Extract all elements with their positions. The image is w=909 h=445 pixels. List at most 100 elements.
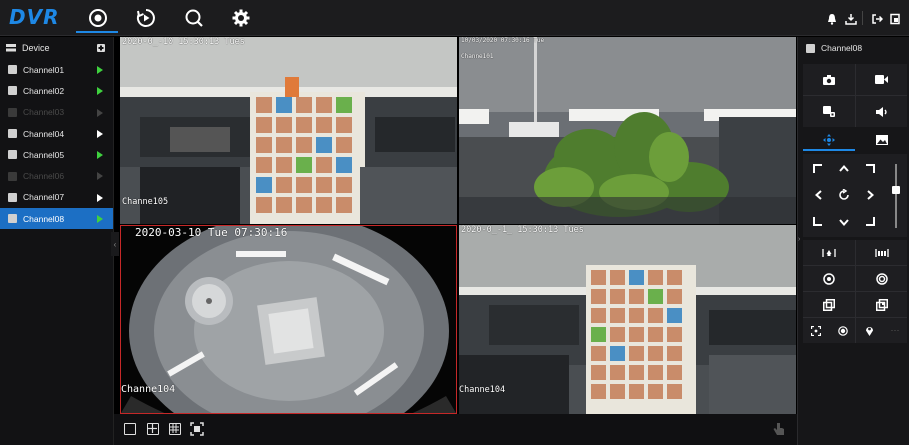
up-right-arrow-icon[interactable] bbox=[862, 161, 878, 177]
focus-far-icon[interactable] bbox=[856, 266, 907, 291]
search-icon[interactable] bbox=[182, 6, 206, 30]
play-icon[interactable] bbox=[97, 151, 103, 160]
quick-actions bbox=[803, 64, 907, 127]
camera-icon bbox=[8, 129, 17, 139]
preset-location-icon[interactable] bbox=[856, 318, 882, 343]
up-left-arrow-icon[interactable] bbox=[810, 161, 826, 177]
area-focus-icon[interactable] bbox=[803, 318, 829, 343]
layout-toolbar bbox=[114, 414, 797, 445]
channel-label: Channel01 bbox=[23, 64, 65, 75]
collapse-left-panel-button[interactable]: ‹ bbox=[111, 232, 119, 256]
camera-icon bbox=[8, 214, 17, 224]
play-icon[interactable] bbox=[97, 193, 103, 202]
down-right-arrow-icon[interactable] bbox=[862, 213, 878, 229]
ptz-icon bbox=[823, 134, 835, 146]
play-icon[interactable] bbox=[97, 87, 103, 96]
speed-slider-handle[interactable] bbox=[892, 186, 900, 194]
layout-1-icon[interactable] bbox=[124, 423, 136, 435]
down-left-arrow-icon[interactable] bbox=[810, 213, 826, 229]
channel-label: Channel03 bbox=[23, 107, 65, 118]
video-tile-3[interactable]: 2020-03-10 Tue 07:30:16 Channe104 bbox=[120, 225, 457, 414]
tab-underline bbox=[803, 149, 855, 151]
channel-item-03[interactable]: Channel03 bbox=[0, 102, 113, 123]
channel-item-08[interactable]: Channel08 bbox=[0, 208, 113, 230]
audio-icon[interactable] bbox=[856, 96, 907, 127]
camera-feed-image bbox=[459, 37, 796, 224]
camera-icon bbox=[8, 192, 17, 202]
iris-close-icon[interactable] bbox=[803, 292, 855, 317]
iris-open-icon[interactable] bbox=[856, 292, 907, 317]
top-bar: DVR bbox=[0, 0, 909, 36]
video-timestamp: 2020-0_-10 15:30:13 Tues bbox=[122, 37, 245, 47]
add-device-icon[interactable] bbox=[97, 44, 105, 52]
right-arrow-icon[interactable] bbox=[862, 187, 878, 203]
channel-item-05[interactable]: Channel05 bbox=[0, 144, 113, 165]
channel-label: Channel02 bbox=[23, 85, 65, 96]
tab-image[interactable] bbox=[856, 129, 907, 151]
active-nav-underline bbox=[76, 31, 118, 33]
channel-label: Channel05 bbox=[23, 149, 65, 160]
device-header: Device bbox=[0, 37, 113, 59]
talk-icon[interactable] bbox=[803, 96, 855, 127]
video-tile-1[interactable]: 2020-0_-10 15:30:13 Tues Channe105 bbox=[120, 37, 457, 224]
video-tile-4[interactable]: 2020-0_-1_ 15:30:13 Tues Channe104 bbox=[459, 225, 796, 414]
hand-cursor-icon bbox=[772, 421, 786, 437]
fullscreen-icon[interactable] bbox=[190, 422, 204, 436]
channel-osd-name: Channe105 bbox=[122, 197, 169, 207]
collapse-right-panel-button[interactable]: › bbox=[798, 236, 803, 250]
camera-icon bbox=[806, 43, 815, 53]
ptz-header: Channel08 bbox=[798, 37, 909, 59]
channel-label: Channel08 bbox=[23, 213, 65, 224]
device-list-icon bbox=[6, 44, 16, 52]
zoom-out-icon[interactable] bbox=[856, 240, 907, 265]
tab-ptz[interactable] bbox=[803, 129, 855, 151]
bell-icon[interactable] bbox=[826, 12, 838, 25]
camera-feed-image bbox=[459, 225, 796, 414]
speed-slider-track[interactable] bbox=[895, 164, 897, 228]
divider bbox=[862, 11, 863, 25]
channel-osd-name: Channe104 bbox=[459, 385, 506, 395]
ptz-panel: Channel08 ⋯ › bbox=[797, 37, 909, 445]
camera-icon bbox=[8, 65, 17, 75]
live-view-icon[interactable] bbox=[86, 6, 110, 30]
logout-icon[interactable] bbox=[871, 12, 884, 24]
play-icon[interactable] bbox=[97, 66, 103, 74]
layout-4-icon[interactable] bbox=[147, 423, 159, 435]
channel-osd-name: Channe101 bbox=[461, 53, 494, 60]
left-arrow-icon[interactable] bbox=[810, 187, 826, 203]
exit-icon[interactable] bbox=[889, 12, 901, 25]
light-icon[interactable] bbox=[830, 318, 855, 343]
channel-item-04[interactable]: Channel04 bbox=[0, 123, 113, 144]
ptz-tabs bbox=[803, 129, 907, 151]
camera-feed-image bbox=[120, 37, 457, 224]
channel-label: Channel07 bbox=[23, 192, 65, 203]
channel-item-07[interactable]: Channel07 bbox=[0, 187, 113, 208]
play-icon[interactable] bbox=[97, 215, 103, 224]
more-icon[interactable]: ⋯ bbox=[883, 318, 907, 343]
camera-icon bbox=[8, 171, 17, 181]
image-icon bbox=[875, 135, 888, 145]
channel-item-01[interactable]: Channel01 bbox=[0, 59, 113, 80]
direction-pad bbox=[803, 154, 907, 237]
layout-9-icon[interactable] bbox=[169, 423, 181, 435]
video-tile-2[interactable]: 10/03/2020 07:30:16 Tue Channe101 bbox=[459, 37, 796, 224]
snapshot-icon[interactable] bbox=[803, 64, 855, 95]
channel-item-02[interactable]: Channel02 bbox=[0, 80, 113, 101]
channel-label: Channel06 bbox=[23, 171, 65, 182]
playback-icon[interactable] bbox=[134, 6, 158, 30]
app-logo: DVR bbox=[9, 5, 60, 29]
settings-icon[interactable] bbox=[229, 6, 253, 30]
down-arrow-icon[interactable] bbox=[836, 214, 852, 230]
video-timestamp: 2020-03-10 Tue 07:30:16 bbox=[135, 226, 288, 239]
zoom-in-icon[interactable] bbox=[803, 240, 855, 265]
user-icon[interactable] bbox=[845, 12, 857, 25]
play-icon[interactable] bbox=[97, 129, 103, 138]
channel-item-06[interactable]: Channel06 bbox=[0, 165, 113, 186]
video-grid: 2020-0_-10 15:30:13 Tues Channe105 10/03… bbox=[120, 37, 796, 414]
auto-scan-icon[interactable] bbox=[836, 187, 852, 203]
record-icon[interactable] bbox=[856, 64, 907, 95]
video-timestamp: 10/03/2020 07:30:16 Tue bbox=[461, 37, 545, 44]
focus-near-icon[interactable] bbox=[803, 266, 855, 291]
lens-controls: ⋯ bbox=[803, 240, 907, 343]
up-arrow-icon[interactable] bbox=[836, 160, 852, 176]
